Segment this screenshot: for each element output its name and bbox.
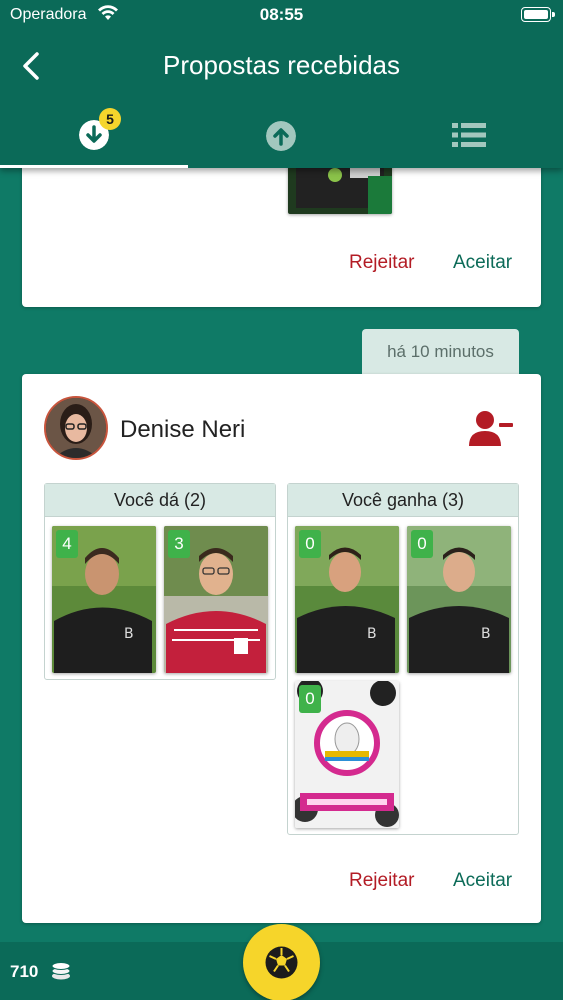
play-button[interactable] [243, 924, 320, 1000]
accept-button[interactable]: Aceitar [453, 252, 512, 274]
list-icon [452, 123, 486, 147]
active-tab-indicator [0, 165, 188, 168]
svg-text:B: B [367, 626, 377, 642]
card-count-badge: 3 [168, 530, 190, 558]
player-card[interactable]: 0 [295, 681, 399, 828]
proposal-card: Denise Neri Você dá (2) B 4 3 Você ganha… [22, 374, 541, 923]
user-name: Denise Neri [120, 416, 246, 443]
card-count-badge: 0 [411, 530, 433, 558]
clock: 08:55 [259, 5, 304, 24]
player-card[interactable]: B 0 [407, 526, 511, 673]
give-panel-title: Você dá (2) [45, 484, 275, 517]
tab-sent[interactable] [188, 100, 376, 168]
user-photo [46, 398, 106, 458]
time-ago-chip: há 10 minutos [362, 329, 519, 374]
player-card[interactable]: B 4 [52, 526, 156, 673]
app-header: Operadora 08:55 Propostas recebidas 5 [0, 0, 563, 168]
receive-panel-title: Você ganha (3) [288, 484, 518, 517]
tab-bar: 5 [0, 100, 563, 168]
arrow-up-circle-icon [266, 121, 296, 151]
battery-icon [521, 7, 555, 22]
notification-badge: 5 [99, 108, 121, 130]
accept-button[interactable]: Aceitar [453, 870, 512, 892]
proposal-card: Rejeitar Aceitar [22, 146, 541, 307]
give-panel: Você dá (2) B 4 3 [44, 483, 276, 680]
page-title: Propostas recebidas [162, 50, 401, 80]
svg-text:B: B [124, 626, 134, 642]
coin-balance: 710 [10, 962, 39, 981]
remove-user-icon[interactable] [468, 410, 514, 446]
card-count-badge: 0 [299, 685, 321, 713]
tab-list[interactable] [376, 100, 563, 168]
status-bar: Operadora 08:55 [0, 0, 563, 30]
reject-button[interactable]: Rejeitar [349, 870, 414, 892]
soccer-ball-icon [265, 946, 298, 979]
receive-panel: Você ganha (3) B 0 B 0 0 [287, 483, 519, 835]
avatar[interactable] [44, 396, 108, 460]
svg-text:B: B [481, 626, 491, 642]
card-count-badge: 4 [56, 530, 78, 558]
coins-icon [51, 962, 71, 980]
tab-received[interactable]: 5 [0, 100, 188, 168]
reject-button[interactable]: Rejeitar [349, 252, 414, 274]
card-count-badge: 0 [299, 530, 321, 558]
player-card[interactable]: B 0 [295, 526, 399, 673]
player-card[interactable]: 3 [164, 526, 268, 673]
